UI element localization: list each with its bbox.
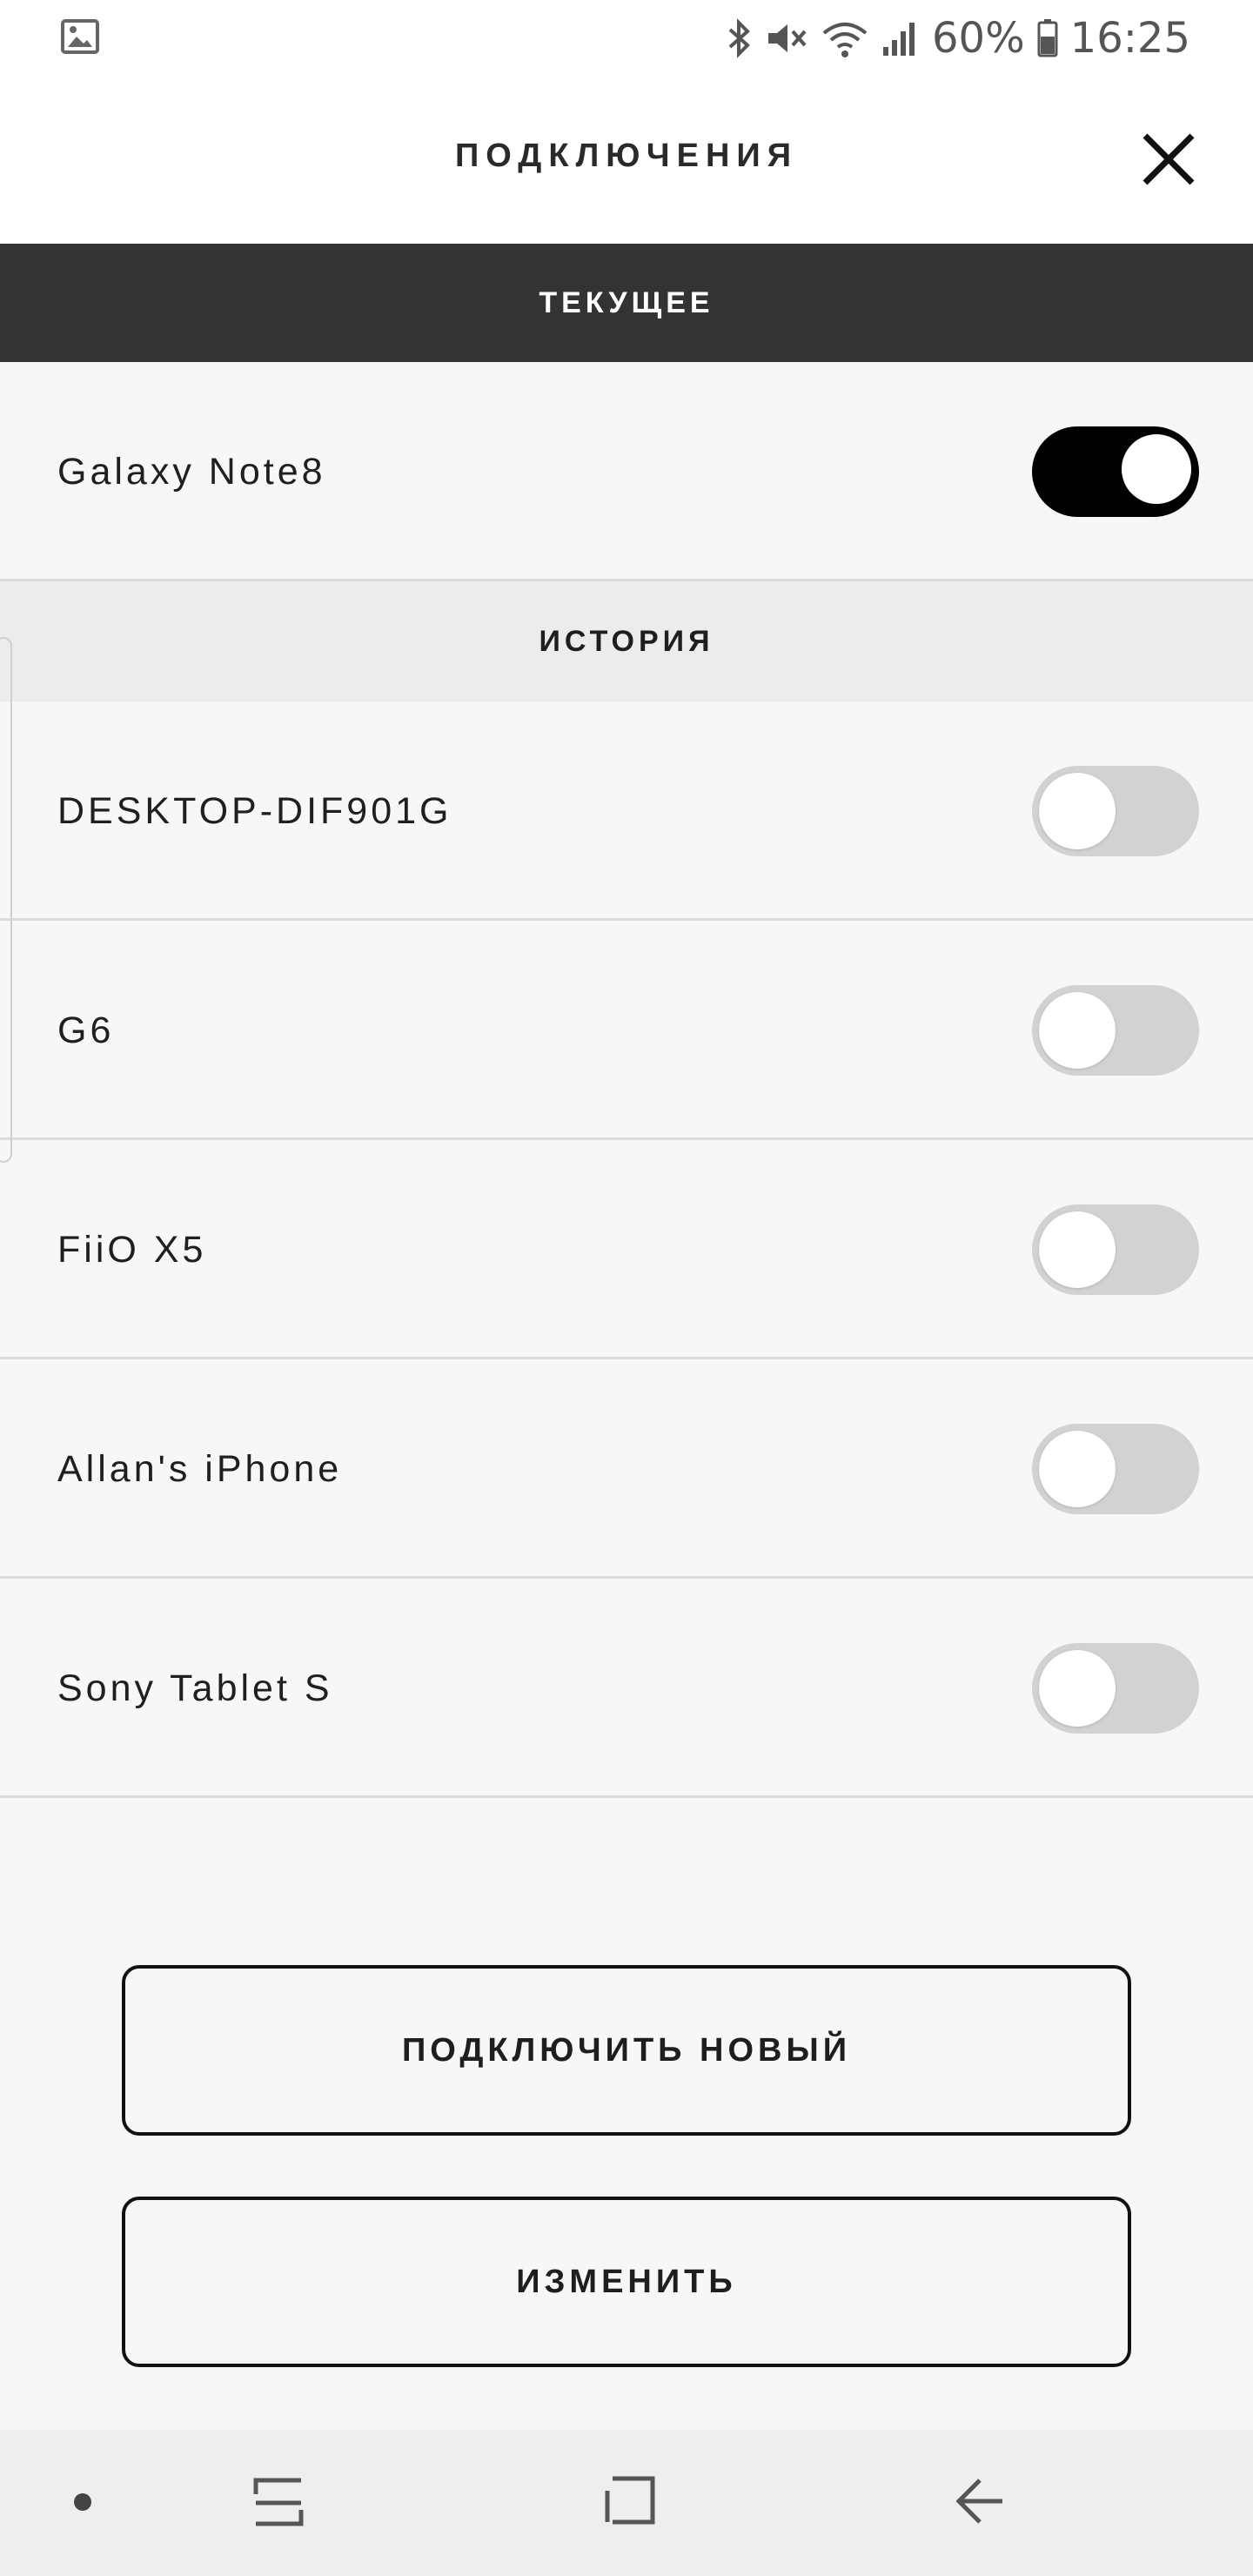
toggle-knob: [1039, 1650, 1116, 1727]
mute-icon: [765, 17, 808, 59]
status-bar: 60% 16:25: [0, 0, 1253, 77]
connect-new-button[interactable]: ПОДКЛЮЧИТЬ НОВЫЙ: [122, 1965, 1131, 2136]
back-icon[interactable]: [954, 2475, 1006, 2532]
history-device-row[interactable]: Allan's iPhone: [0, 1359, 1253, 1579]
close-button[interactable]: [1138, 129, 1199, 190]
section-header-history: ИСТОРИЯ: [0, 581, 1253, 701]
gallery-icon: [61, 19, 99, 58]
device-name: Galaxy Note8: [57, 450, 326, 493]
close-icon: [1142, 133, 1195, 185]
device-name: Sony Tablet S: [57, 1667, 333, 1709]
toggle-knob: [1117, 430, 1196, 508]
device-name: G6: [57, 1009, 115, 1051]
device-name: FiiO X5: [57, 1228, 207, 1271]
bluetooth-icon: [727, 17, 753, 59]
edit-button[interactable]: ИЗМЕНИТЬ: [122, 2197, 1131, 2367]
current-device-row[interactable]: Galaxy Note8: [0, 362, 1253, 581]
toggle-knob: [1039, 773, 1116, 849]
device-toggle-sony-tablet-s[interactable]: [1032, 1643, 1199, 1734]
history-device-row[interactable]: FiiO X5: [0, 1140, 1253, 1359]
device-name: DESKTOP-DIF901G: [57, 789, 452, 832]
history-device-row[interactable]: DESKTOP-DIF901G: [0, 701, 1253, 921]
device-toggle-g6[interactable]: [1032, 985, 1199, 1076]
toggle-knob: [1039, 1431, 1116, 1507]
device-toggle-galaxy-note8[interactable]: [1032, 426, 1199, 517]
history-device-row[interactable]: Sony Tablet S: [0, 1579, 1253, 1798]
navigation-bar: [0, 2430, 1253, 2576]
edge-panel-handle[interactable]: [0, 637, 12, 1163]
status-indicators: 60% 16:25: [727, 12, 1190, 64]
recents-icon[interactable]: [252, 2473, 305, 2535]
signal-icon: [881, 17, 920, 59]
home-icon[interactable]: [604, 2473, 656, 2532]
clock: 16:25: [1069, 14, 1190, 63]
wifi-icon: [821, 17, 869, 59]
toggle-knob: [1039, 992, 1116, 1069]
device-toggle-allans-iphone[interactable]: [1032, 1424, 1199, 1514]
battery-icon: [1037, 17, 1058, 59]
device-toggle-fiio-x5[interactable]: [1032, 1204, 1199, 1295]
page-title: ПОДКЛЮЧЕНИЯ: [454, 138, 799, 174]
history-device-row[interactable]: G6: [0, 921, 1253, 1140]
device-name: Allan's iPhone: [57, 1447, 343, 1490]
device-toggle-desktop-dif901g[interactable]: [1032, 766, 1199, 856]
header: ПОДКЛЮЧЕНИЯ: [0, 77, 1253, 244]
toggle-knob: [1039, 1211, 1116, 1288]
section-header-current: ТЕКУЩЕЕ: [0, 244, 1253, 362]
battery-percent: 60%: [931, 14, 1025, 63]
dot-icon[interactable]: [73, 2492, 92, 2516]
